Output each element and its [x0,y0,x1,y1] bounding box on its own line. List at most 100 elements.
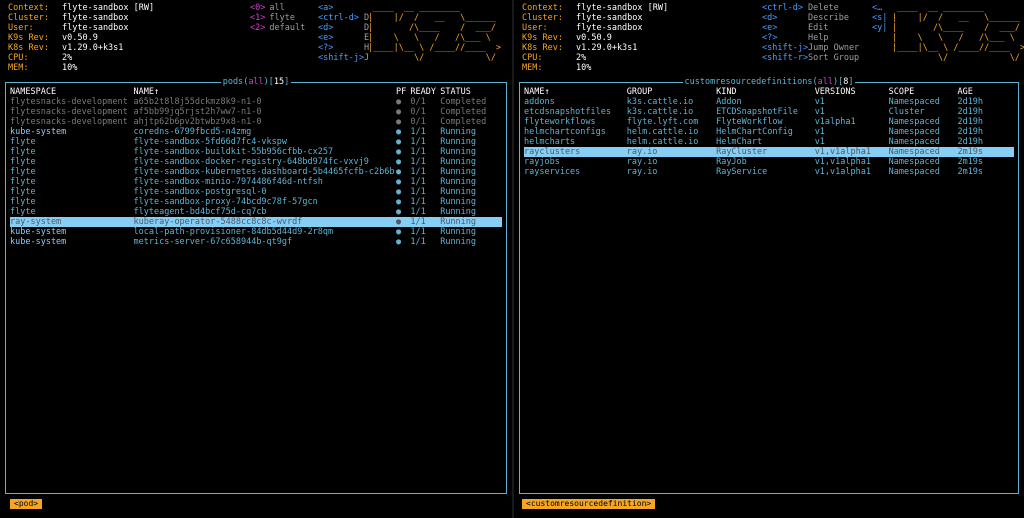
cell-ns: flytesnacks-development [10,107,128,117]
key-hint [872,33,892,43]
column-header[interactable]: NAMESPACE [10,87,134,97]
namespace-shortcut[interactable]: <1> flyte [250,13,305,23]
key-hint-row[interactable] [872,43,892,53]
table-row[interactable]: flyte flyte-sandbox-postgresql-0 ● 1/1 Runni… [10,187,502,197]
table-row[interactable]: rayjobs ray.io RayJob v1,v1alpha1 Namespaced… [524,157,1014,167]
info-row: CPU: 2% [522,53,668,63]
cell-name: rayjobs [524,157,560,167]
key-hint-row[interactable]: <e> Edit [762,23,859,33]
info-key: CPU: [8,53,29,63]
cell-name: rayservices [524,167,581,177]
table-row[interactable]: flyteworkflows flyte.lyft.com FlyteWorkflo… [524,117,1014,127]
info-value: v1.29.0+k3s1 [62,43,124,53]
table-row[interactable]: kube-system metrics-server-67c658944b-qt9… [10,237,502,247]
table-row[interactable]: flyte flyte-sandbox-kubernetes-dashboard-… [10,167,502,177]
table-row[interactable]: addons k3s.cattle.io Addon v1 Namespaced 2d19… [524,97,1014,107]
namespace-shortcut[interactable]: <2> default [250,23,305,33]
key-hint-row[interactable]: <d> Describe [762,13,859,23]
cell-ns: flyte [10,207,36,217]
key-hint-row[interactable]: <ctrl-d> D [318,13,369,23]
info-value: flyte-sandbox [576,13,643,23]
table-row[interactable]: flyte flyte-sandbox-minio-7974486f46d-ntf… [10,177,502,187]
column-header[interactable]: SCOPE [889,87,958,97]
k9s-logo: ____ __ ________ | |/ / __ \______ | /\_… [892,3,1024,63]
key-hint-row[interactable]: <… [872,3,892,13]
table-row[interactable]: flyte flyte-sandbox-buildkit-55b956cfbb-c… [10,147,502,157]
table-row[interactable]: etcdsnapshotfiles k3s.cattle.io ETCDSnapsh… [524,107,1014,117]
cell-name: etcdsnapshotfiles [524,107,611,117]
table-row[interactable]: kube-system local-path-provisioner-84db5d… [10,227,502,237]
key-hint: <e> [762,23,778,33]
key-hints-extra: <… <s| <y| [872,3,892,63]
cell-ns: flyte [10,157,36,167]
k9s-header: Context: flyte-sandbox [RW] Cluster: flyte-… [8,3,504,75]
column-header[interactable]: PF [396,87,410,97]
table-row[interactable]: flyte flyteagent-bd4bcf75d-cq7cb ● 1/1 Runni… [10,207,502,217]
table-row[interactable]: kube-system coredns-6799fbcd5-n4zmg ● 1/1 Ru… [10,127,502,137]
key-hint-row[interactable]: <d> D [318,23,369,33]
table-row[interactable]: flytesnacks-development a65b2t8l8j55dckmz… [10,97,502,107]
info-row: Cluster: flyte-sandbox [522,13,668,23]
namespace-shortcut[interactable]: <0> all [250,3,305,13]
info-value: flyte-sandbox [62,13,129,23]
table-row[interactable]: flytesnacks-development ahjtp62b6pv2btwbz… [10,117,502,127]
key-hint-row[interactable]: <?> Help [762,33,859,43]
cell-pf: ● [395,97,402,107]
cell-group: flyte.lyft.com [626,117,699,127]
key-hint-row[interactable]: <shift-r> Sort Group [762,53,859,63]
table-row[interactable]: helmcharts helm.cattle.io HelmChart v1 Names… [524,137,1014,147]
column-header[interactable]: NAME↑ [524,87,627,97]
column-header[interactable]: READY [410,87,440,97]
cell-ready: 1/1 [410,157,426,167]
key-hint-row[interactable]: <y| [872,23,892,33]
column-header[interactable]: VERSIONS [815,87,889,97]
column-header[interactable]: STATUS [440,87,502,97]
key-hint-row[interactable]: <shift-j> J [318,53,369,63]
table-row[interactable]: helmchartconfigs helm.cattle.io HelmChartC… [524,127,1014,137]
info-row: MEM: 10% [8,63,154,73]
info-value: v1.29.0+k3s1 [576,43,638,53]
cell-status: Running [440,167,477,177]
info-key: Cluster: [8,13,49,23]
column-header[interactable]: GROUP [627,87,716,97]
cell-versions: v1 [814,97,825,107]
namespace-key: <2> [250,23,266,33]
cell-age: 2d19h [957,117,984,127]
key-hint-row[interactable]: <a> [318,3,369,13]
table-row[interactable]: flytesnacks-development af5bb99jq5rjst2h7… [10,107,502,117]
table-row[interactable]: flyte flyte-sandbox-docker-registry-648bd… [10,157,502,167]
cell-status: Completed [440,117,487,127]
cell-age: 2d19h [957,107,984,117]
breadcrumb-crd[interactable]: <customresourcedefinition> [522,499,656,509]
breadcrumb-pod[interactable]: <pod> [10,499,43,509]
key-hint-row[interactable] [872,53,892,63]
cell-name: af5bb99jq5rjst2h7ww7-n1-0 [133,107,262,117]
key-hint: <e> [318,33,334,43]
cell-ready: 1/1 [410,207,426,217]
cell-group: ray.io [626,157,658,167]
column-header[interactable]: KIND [716,87,815,97]
key-hint-row[interactable] [872,33,892,43]
info-key: K9s Rev: [8,33,49,43]
info-row: User: flyte-sandbox [8,23,154,33]
cell-status: Running [440,187,477,197]
cell-versions: v1 [814,127,825,137]
table-row[interactable]: flyte flyte-sandbox-proxy-74bcd9c78f-57gc… [10,197,502,207]
cell-versions: v1 [814,107,825,117]
table-row[interactable]: rayservices ray.io RayService v1,v1alpha1 Na… [524,167,1014,177]
key-hint-row[interactable]: <shift-j> Jump Owner [762,43,859,53]
table-row[interactable]: rayclusters ray.io RayCluster v1,v1alpha1 Na… [524,147,1014,157]
table-row[interactable]: ray-system kuberay-operator-5488cc8c8c-wv… [10,217,502,227]
column-header[interactable]: NAME↑ [134,87,396,97]
key-hint-row[interactable]: <s| [872,13,892,23]
key-hint [872,43,892,53]
info-key: MEM: [8,63,29,73]
key-hint: <s| [872,13,888,23]
key-hint-row[interactable]: <?> H [318,43,369,53]
key-hint-row[interactable]: <e> E [318,33,369,43]
cell-ns: kube-system [10,127,67,137]
column-header[interactable]: AGE [957,87,1014,97]
key-hint-row[interactable]: <ctrl-d> Delete [762,3,859,13]
key-hint: <?> [318,43,334,53]
table-row[interactable]: flyte flyte-sandbox-5fd66d7fc4-vkspw ● 1/1 R… [10,137,502,147]
